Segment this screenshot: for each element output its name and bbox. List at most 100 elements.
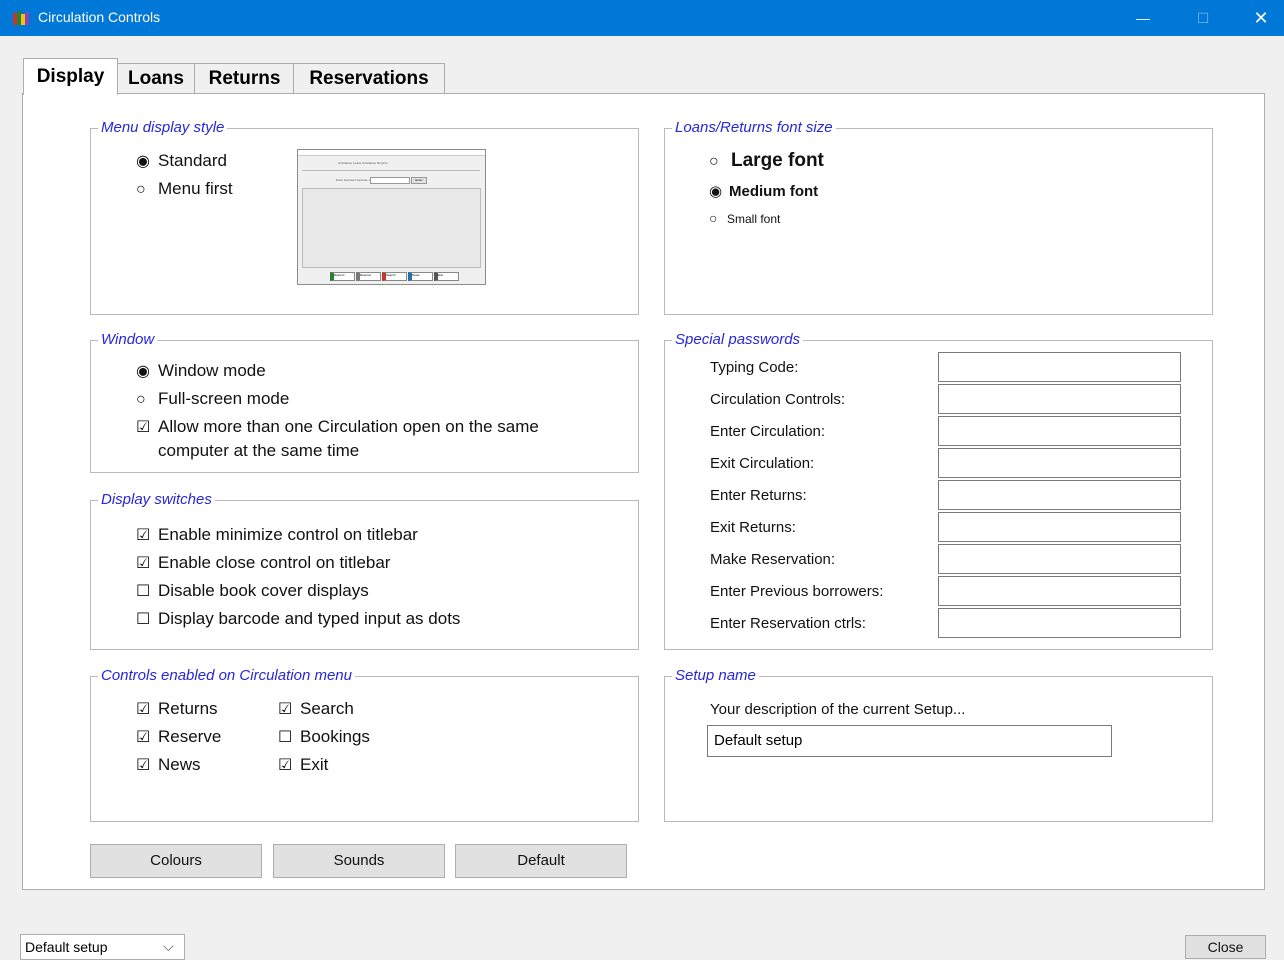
- tab-loans[interactable]: Loans: [116, 63, 196, 94]
- checkbox-allow-multiple[interactable]: ☑ Allow more than one Circulation open on…: [136, 417, 539, 437]
- radio-large-font-label: Large font: [731, 150, 824, 171]
- radio-medium-font[interactable]: ◉ Medium font: [709, 182, 818, 200]
- radio-small-font[interactable]: ○ Small font: [709, 210, 780, 226]
- checkbox-search-label: Search: [300, 699, 354, 718]
- special-passwords-group: Special passwords Typing Code: Circulati…: [664, 331, 1213, 650]
- checkbox-reserve-indicator: ☑: [136, 729, 151, 746]
- radio-medium-font-label: Medium font: [729, 183, 819, 200]
- radio-standard-label: Standard: [158, 151, 227, 170]
- maximize-icon: ☐: [1196, 10, 1210, 26]
- checkbox-news-indicator: ☑: [136, 757, 151, 774]
- input-make-reservation[interactable]: [938, 544, 1181, 574]
- checkbox-exit[interactable]: ☑ Exit: [278, 755, 328, 775]
- close-icon: ✕: [1253, 8, 1269, 28]
- checkbox-reserve-label: Reserve: [158, 727, 222, 746]
- checkbox-returns-indicator: ☑: [136, 701, 151, 718]
- tab-returns[interactable]: Returns: [194, 63, 295, 94]
- app-icon: [12, 10, 30, 26]
- preview-footer-news: News: [408, 272, 433, 281]
- label-enter-previous-borrowers: Enter Previous borrowers:: [710, 583, 884, 600]
- checkbox-bookings[interactable]: ☐ Bookings: [278, 727, 370, 747]
- checkbox-returns-label: Returns: [158, 699, 218, 718]
- controls-enabled-group: Controls enabled on Circulation menu ☑ Re…: [90, 667, 639, 822]
- maximize-button[interactable]: ☐: [1180, 0, 1226, 36]
- display-tab-panel: Menu display style ◉ Standard ○ Menu first…: [22, 93, 1265, 890]
- tab-display[interactable]: Display: [23, 58, 118, 95]
- label-enter-circulation: Enter Circulation:: [710, 423, 826, 440]
- checkbox-allow-multiple-indicator: ☑: [136, 419, 151, 436]
- input-enter-circulation[interactable]: [938, 416, 1181, 446]
- radio-window-mode-label: Window mode: [158, 361, 266, 380]
- display-switches-group: Display switches ☑ Enable minimize contro…: [90, 491, 639, 650]
- checkbox-enable-minimize-label: Enable minimize control on titlebar: [158, 525, 418, 544]
- checkbox-allow-multiple-line2: computer at the same time: [158, 441, 360, 460]
- label-enter-reservation-ctrls: Enter Reservation ctrls:: [710, 615, 866, 632]
- checkbox-barcode-dots[interactable]: ☐ Display barcode and typed input as dots: [136, 609, 460, 629]
- checkbox-search[interactable]: ☑ Search: [278, 699, 354, 719]
- preview-footer-search: Search: [382, 272, 407, 281]
- checkbox-search-indicator: ☑: [278, 701, 293, 718]
- checkbox-returns[interactable]: ☑ Returns: [136, 699, 218, 719]
- input-exit-returns[interactable]: [938, 512, 1181, 542]
- preview-titlebar: [298, 150, 485, 156]
- radio-full-screen-mode-indicator: ○: [136, 391, 146, 408]
- input-exit-circulation[interactable]: [938, 448, 1181, 478]
- special-passwords-legend: Special passwords: [672, 331, 804, 348]
- radio-small-font-label: Small font: [727, 212, 781, 226]
- preview-footer-reserve: Reserve: [356, 272, 381, 281]
- label-enter-returns: Enter Returns:: [710, 487, 807, 504]
- label-exit-circulation: Exit Circulation:: [710, 455, 815, 472]
- status-bar: Default setup ⌵ Close: [0, 890, 1284, 960]
- title-bar: Circulation Controls — ☐ ✕: [0, 0, 1284, 36]
- window-group: Window ◉ Window mode ○ Full-screen mode ☑ A…: [90, 331, 639, 473]
- font-size-legend: Loans/Returns font size: [672, 119, 836, 136]
- minimize-icon: —: [1136, 10, 1150, 26]
- radio-standard-indicator: ◉: [136, 153, 150, 170]
- radio-full-screen-mode[interactable]: ○ Full-screen mode: [136, 389, 289, 409]
- preview-footer-returns: Returns: [330, 272, 355, 281]
- checkbox-enable-minimize[interactable]: ☑ Enable minimize control on titlebar: [136, 525, 418, 545]
- checkbox-news[interactable]: ☑ News: [136, 755, 201, 775]
- checkbox-news-label: News: [158, 755, 201, 774]
- window-legend: Window: [98, 331, 158, 348]
- close-window-button[interactable]: ✕: [1238, 0, 1284, 36]
- menu-display-style-group: Menu display style ◉ Standard ○ Menu first…: [90, 119, 639, 315]
- checkbox-disable-covers-label: Disable book cover displays: [158, 581, 369, 600]
- menu-display-style-legend: Menu display style: [98, 119, 228, 136]
- colours-button[interactable]: Colours: [90, 844, 262, 878]
- close-button[interactable]: Close: [1185, 935, 1266, 959]
- input-enter-previous-borrowers[interactable]: [938, 576, 1181, 606]
- controls-enabled-legend: Controls enabled on Circulation menu: [98, 667, 355, 684]
- preview-footer: Returns Reserve Search News Exit: [330, 272, 459, 281]
- sounds-button[interactable]: Sounds: [273, 844, 445, 878]
- radio-large-font[interactable]: ○ Large font: [709, 150, 824, 172]
- checkbox-bookings-indicator: ☐: [278, 729, 293, 746]
- preview-divider: [302, 170, 480, 171]
- radio-menu-first-label: Menu first: [158, 179, 233, 198]
- radio-menu-first-indicator: ○: [136, 181, 146, 198]
- checkbox-reserve[interactable]: ☑ Reserve: [136, 727, 221, 747]
- radio-standard[interactable]: ◉ Standard: [136, 151, 227, 171]
- preview-footer-exit: Exit: [434, 272, 459, 281]
- input-enter-reservation-ctrls[interactable]: [938, 608, 1181, 638]
- preview-field-label: Enter borrower barcode >>: [336, 178, 372, 182]
- checkbox-enable-close[interactable]: ☑ Enable close control on titlebar: [136, 553, 390, 573]
- input-circulation-controls[interactable]: [938, 384, 1181, 414]
- radio-window-mode[interactable]: ◉ Window mode: [136, 361, 266, 381]
- radio-menu-first[interactable]: ○ Menu first: [136, 179, 233, 199]
- label-circulation-controls: Circulation Controls:: [710, 391, 846, 408]
- minimize-button[interactable]: —: [1120, 0, 1166, 36]
- input-typing-code[interactable]: [938, 352, 1181, 382]
- setup-name-input[interactable]: Default setup: [707, 725, 1112, 757]
- setup-select-value: Default setup: [25, 939, 108, 955]
- preview-enter-button: Enter: [411, 177, 427, 184]
- checkbox-enable-minimize-indicator: ☑: [136, 527, 151, 544]
- preview-header: Circulation Loans Circulation Returns: [338, 161, 388, 165]
- radio-full-screen-mode-label: Full-screen mode: [158, 389, 290, 408]
- input-enter-returns[interactable]: [938, 480, 1181, 510]
- preview-content: [302, 188, 481, 268]
- tab-reservations[interactable]: Reservations: [293, 63, 445, 94]
- checkbox-disable-covers[interactable]: ☐ Disable book cover displays: [136, 581, 369, 601]
- default-button[interactable]: Default: [455, 844, 627, 878]
- label-typing-code: Typing Code:: [710, 359, 799, 376]
